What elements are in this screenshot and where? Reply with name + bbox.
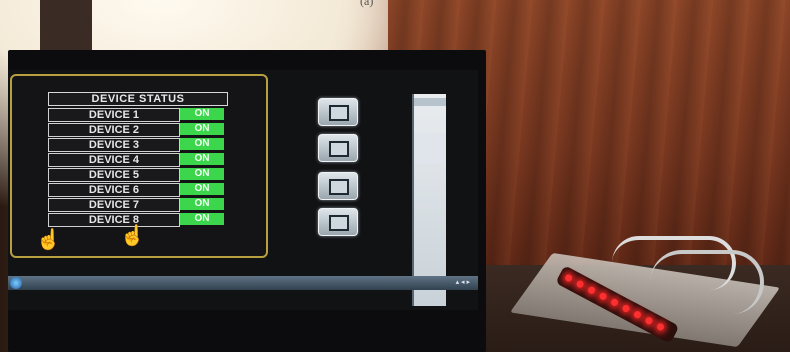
device-name: DEVICE 3	[48, 138, 180, 152]
pointing-hand-icon: ☝	[36, 229, 61, 251]
device-state-badge[interactable]: ON	[180, 123, 224, 135]
monitor: DEVICE STATUS DEVICE 1 ON DEVICE 2 ON DE…	[8, 50, 486, 352]
window-content	[414, 134, 446, 164]
led-light	[632, 309, 643, 320]
device-row[interactable]: DEVICE 4 ON	[48, 153, 228, 167]
device-name: DEVICE 6	[48, 183, 180, 197]
square-icon	[329, 179, 349, 195]
device-name: DEVICE 1	[48, 108, 180, 122]
device-name: DEVICE 4	[48, 153, 180, 167]
device-state-badge[interactable]: ON	[180, 183, 224, 195]
device-row[interactable]: DEVICE 2 ON	[48, 123, 228, 137]
device-state-badge[interactable]: ON	[180, 168, 224, 180]
pointing-hand-icon: ☝	[120, 225, 145, 247]
device-state-badge[interactable]: ON	[180, 213, 224, 225]
device-row[interactable]: DEVICE 1 ON	[48, 108, 228, 122]
cable	[650, 250, 764, 314]
control-button-4[interactable]	[318, 208, 358, 236]
background-window[interactable]	[412, 94, 446, 306]
device-row[interactable]: DEVICE 3 ON	[48, 138, 228, 152]
square-icon	[329, 215, 349, 231]
square-icon	[329, 105, 349, 121]
led-light	[644, 316, 654, 326]
led-light	[655, 322, 666, 332]
device-name: DEVICE 7	[48, 198, 180, 212]
start-button[interactable]	[10, 277, 22, 289]
led-light	[598, 291, 608, 302]
device-name: DEVICE 8	[48, 213, 180, 227]
device-state-badge[interactable]: ON	[180, 198, 224, 210]
device-state-badge[interactable]: ON	[180, 153, 224, 165]
system-tray: ▴ ◂ ▸	[455, 279, 470, 286]
device-status-panel: DEVICE STATUS DEVICE 1 ON DEVICE 2 ON DE…	[10, 74, 268, 258]
led-light	[621, 303, 631, 314]
control-button-2[interactable]	[318, 134, 358, 162]
led-light	[586, 285, 597, 295]
device-state-badge[interactable]: ON	[180, 108, 224, 120]
device-row[interactable]: DEVICE 7 ON	[48, 198, 228, 212]
window-titlebar	[414, 98, 446, 106]
screen: DEVICE STATUS DEVICE 1 ON DEVICE 2 ON DE…	[8, 70, 478, 310]
led-light	[563, 273, 574, 283]
device-state-badge[interactable]: ON	[180, 138, 224, 150]
led-light	[609, 297, 620, 308]
device-name: DEVICE 2	[48, 123, 180, 137]
photo-scene: (a) DEVICE STATUS DEVICE 1 ON DEVICE 2 O…	[0, 0, 790, 352]
control-button-3[interactable]	[318, 172, 358, 200]
led-light	[575, 279, 585, 289]
device-name: DEVICE 5	[48, 168, 180, 182]
figure-caption-mark: (a)	[360, 0, 374, 8]
device-row[interactable]: DEVICE 5 ON	[48, 168, 228, 182]
panel-title: DEVICE STATUS	[48, 92, 228, 106]
device-row[interactable]: DEVICE 6 ON	[48, 183, 228, 197]
taskbar: ▴ ◂ ▸	[8, 276, 478, 290]
control-button-1[interactable]	[318, 98, 358, 126]
square-icon	[329, 141, 349, 157]
device-row[interactable]: DEVICE 8 ON	[48, 213, 228, 227]
